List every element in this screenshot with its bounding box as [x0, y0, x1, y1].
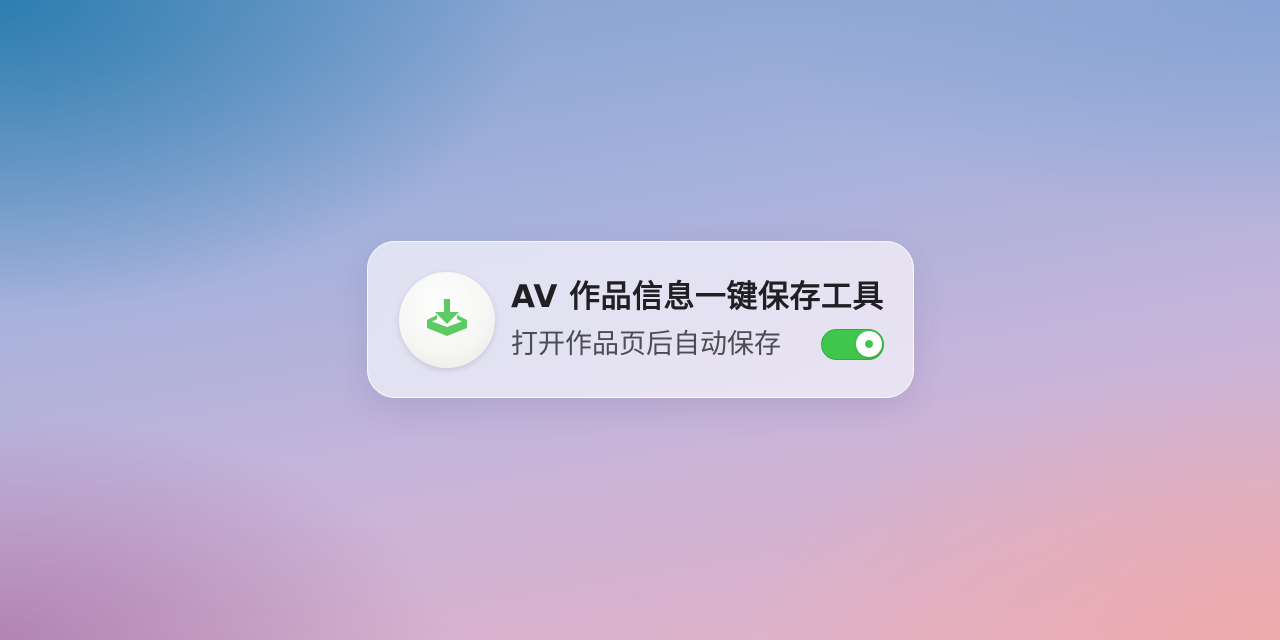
- toggle-knob: [856, 331, 882, 357]
- download-tray-icon: [427, 299, 467, 336]
- auto-save-toggle[interactable]: [821, 329, 884, 360]
- auto-save-label: 打开作品页后自动保存: [511, 329, 781, 360]
- app-icon: [399, 272, 495, 368]
- extension-title: AV 作品信息一键保存工具: [511, 279, 885, 315]
- extension-card: AV 作品信息一键保存工具 打开作品页后自动保存: [367, 241, 914, 398]
- toggle-on-indicator: [865, 340, 873, 348]
